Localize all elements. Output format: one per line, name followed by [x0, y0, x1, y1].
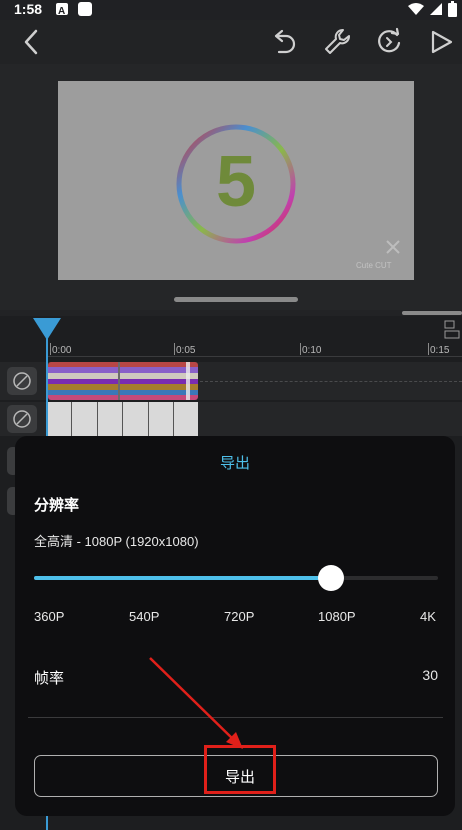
annotation-arrow: [149, 657, 243, 749]
